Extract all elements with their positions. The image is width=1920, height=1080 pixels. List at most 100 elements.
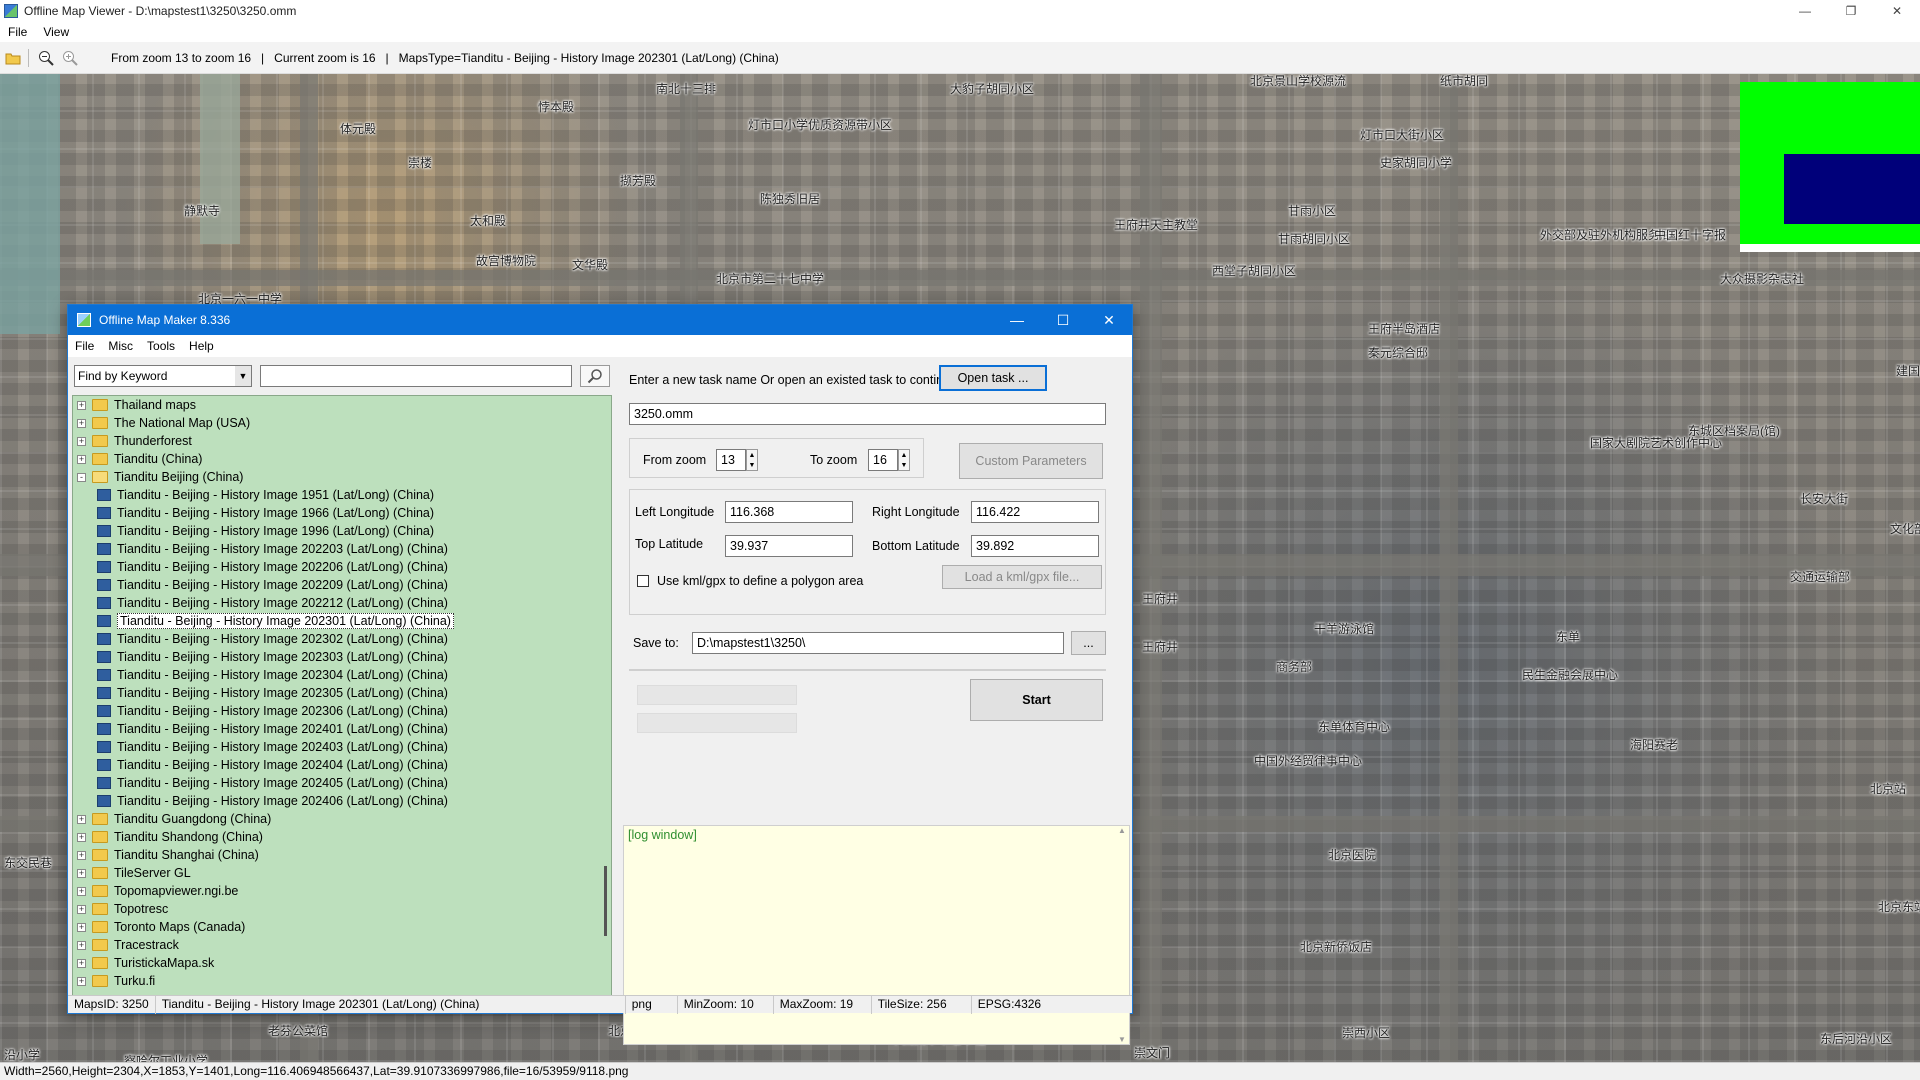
to-zoom-stepper[interactable]: ▲ ▼ [898,449,910,471]
scroll-up-icon[interactable]: ▲ [1118,826,1126,835]
tree-map-item[interactable]: Tianditu - Beijing - History Image 20230… [73,666,611,684]
tree-folder-item[interactable]: + TuristickaMapa.sk [73,954,611,972]
open-task-button[interactable]: Open task ... [939,365,1047,391]
expand-icon[interactable]: + [77,454,86,464]
left-longitude-input[interactable]: 116.368 [725,501,853,523]
expand-icon[interactable]: + [77,958,86,968]
tree-folder-item[interactable]: + Tianditu Shandong (China) [73,828,611,846]
overview-minimap[interactable] [1740,82,1920,252]
tree-map-item[interactable]: Tianditu - Beijing - History Image 20240… [73,792,611,810]
expand-icon[interactable]: + [77,418,86,428]
tree-map-item[interactable]: Tianditu - Beijing - History Image 20220… [73,576,611,594]
menu-file[interactable]: File [68,339,101,353]
expand-icon[interactable]: + [77,976,86,986]
tree-map-item[interactable]: Tianditu - Beijing - History Image 20240… [73,774,611,792]
minimize-icon[interactable]: — [1782,0,1828,22]
tree-map-item[interactable]: Tianditu - Beijing - History Image 20230… [73,648,611,666]
expand-icon[interactable]: + [77,850,86,860]
expand-icon[interactable]: + [77,868,86,878]
load-kml-button[interactable]: Load a kml/gpx file... [942,565,1102,589]
open-folder-icon[interactable] [2,47,24,69]
keyword-search-input[interactable] [260,365,572,387]
tree-folder-item[interactable]: + Topomapviewer.ngi.be [73,882,611,900]
tree-folder-item[interactable]: + TileServer GL [73,864,611,882]
bottom-latitude-input[interactable]: 39.892 [971,535,1099,557]
tree-scrollbar[interactable] [601,396,611,998]
top-latitude-input[interactable]: 39.937 [725,535,853,557]
restore-icon[interactable]: ❐ [1828,0,1874,22]
tree-map-item[interactable]: Tianditu - Beijing - History Image 20230… [73,684,611,702]
tree-map-item[interactable]: Tianditu - Beijing - History Image 1996 … [73,522,611,540]
tree-map-item[interactable]: Tianditu - Beijing - History Image 20221… [73,594,611,612]
map-layer-icon [97,777,111,789]
tree-item-label: TileServer GL [114,866,191,880]
tree-folder-item[interactable]: + Tianditu Guangdong (China) [73,810,611,828]
tree-map-item[interactable]: Tianditu - Beijing - History Image 20240… [73,720,611,738]
tree-folder-item[interactable]: + Topotresc [73,900,611,918]
tree-map-item[interactable]: Tianditu - Beijing - History Image 20240… [73,756,611,774]
expand-icon[interactable]: + [77,400,86,410]
expand-icon[interactable]: + [77,832,86,842]
minimap-viewport[interactable] [1784,154,1920,224]
expand-icon[interactable]: + [77,886,86,896]
custom-parameters-button[interactable]: Custom Parameters [959,443,1103,479]
tree-folder-item[interactable]: + Tracestrack [73,936,611,954]
map-source-tree[interactable]: + Thailand maps + The National Map (USA) + Th… [72,395,612,999]
map-layer-icon [97,579,111,591]
from-zoom-input[interactable]: 13 [716,449,746,471]
chevron-down-icon[interactable]: ▼ [235,366,251,386]
tree-map-item[interactable]: Tianditu - Beijing - History Image 1966 … [73,504,611,522]
start-button[interactable]: Start [970,679,1103,721]
map-place-label: 交通运输部 [1790,570,1851,584]
menu-misc[interactable]: Misc [101,339,140,353]
expand-icon[interactable]: + [77,940,86,950]
expand-icon[interactable]: + [77,436,86,446]
map-place-label: 王府井天主教堂 [1114,218,1199,232]
save-path-input[interactable]: D:\mapstest1\3250\ [692,632,1064,654]
tree-map-item[interactable]: Tianditu - Beijing - History Image 20230… [73,630,611,648]
map-layer-icon [97,525,111,537]
menu-file[interactable]: File [0,25,35,39]
tree-map-item[interactable]: Tianditu - Beijing - History Image 20230… [73,702,611,720]
zoom-out-icon[interactable] [35,47,57,69]
close-icon[interactable]: ✕ [1874,0,1920,22]
tree-map-item[interactable]: Tianditu - Beijing - History Image 20220… [73,540,611,558]
tree-folder-item[interactable]: + Thunderforest [73,432,611,450]
right-longitude-input[interactable]: 116.422 [971,501,1099,523]
menu-tools[interactable]: Tools [140,339,182,353]
expand-icon[interactable]: + [77,814,86,824]
tree-folder-item[interactable]: + Tianditu (China) [73,450,611,468]
tree-item-label: Tianditu - Beijing - History Image 20220… [117,542,448,556]
tree-folder-item[interactable]: - Tianditu Beijing (China) [73,468,611,486]
expand-icon[interactable]: + [77,904,86,914]
tree-map-item[interactable]: Tianditu - Beijing - History Image 20230… [73,612,611,630]
menu-view[interactable]: View [35,25,77,39]
tree-folder-item[interactable]: + Thailand maps [73,396,611,414]
tree-map-item[interactable]: Tianditu - Beijing - History Image 1951 … [73,486,611,504]
expand-icon[interactable]: + [77,922,86,932]
scroll-down-icon[interactable]: ▼ [1118,1035,1126,1044]
task-name-input[interactable]: 3250.omm [629,403,1106,425]
collapse-icon[interactable]: - [77,472,86,482]
menu-help[interactable]: Help [182,339,221,353]
scroll-thumb[interactable] [604,866,607,936]
tree-folder-item[interactable]: + Tianditu Shanghai (China) [73,846,611,864]
maximize-icon[interactable]: ☐ [1040,305,1086,335]
kml-polygon-checkbox[interactable] [637,575,649,587]
tree-map-item[interactable]: Tianditu - Beijing - History Image 20220… [73,558,611,576]
zoom-in-icon[interactable] [59,47,81,69]
tree-item-label: Tracestrack [114,938,179,952]
to-zoom-input[interactable]: 16 [868,449,898,471]
minimize-icon[interactable]: — [994,305,1040,335]
folder-icon [92,399,108,411]
browse-button[interactable]: ... [1071,631,1106,655]
from-zoom-stepper[interactable]: ▲ ▼ [746,449,758,471]
close-icon[interactable]: ✕ [1086,305,1132,335]
tree-map-item[interactable]: Tianditu - Beijing - History Image 20240… [73,738,611,756]
tree-folder-item[interactable]: + The National Map (USA) [73,414,611,432]
search-button[interactable] [580,365,610,387]
tree-folder-item[interactable]: + Turku.fi [73,972,611,990]
map-place-label: 悖本殿 [538,100,575,114]
find-mode-select[interactable]: Find by Keyword ▼ [74,365,252,387]
tree-folder-item[interactable]: + Toronto Maps (Canada) [73,918,611,936]
